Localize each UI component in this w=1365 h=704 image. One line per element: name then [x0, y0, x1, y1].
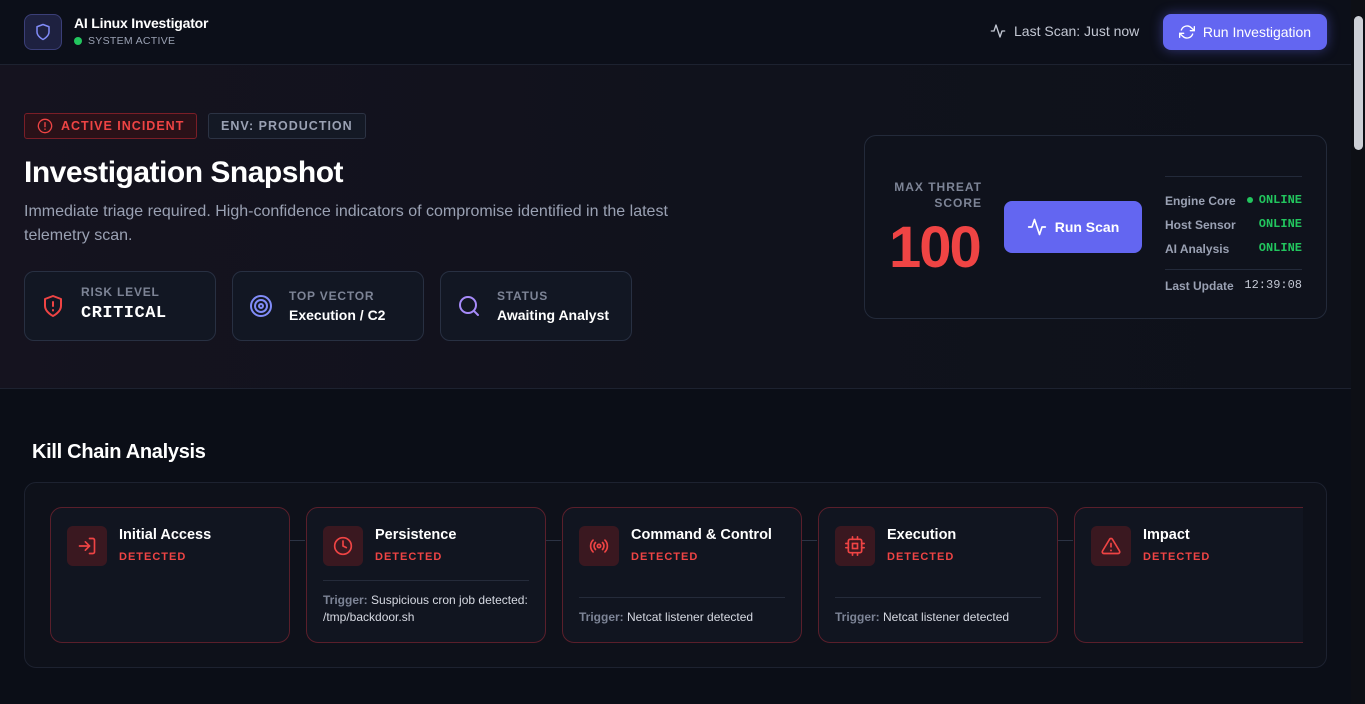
active-incident-label: ACTIVE INCIDENT [61, 119, 185, 133]
target-icon [250, 295, 272, 317]
stage-status: DETECTED [1143, 551, 1211, 563]
stage-name: Initial Access [119, 527, 212, 543]
stage-persistence[interactable]: Persistence DETECTED Trigger: Suspicious… [306, 507, 546, 643]
system-row: Engine Core ONLINE [1165, 177, 1302, 208]
trigger-text: Netcat listener detected [627, 610, 754, 624]
stage-status: DETECTED [119, 551, 187, 563]
metric-value: Execution / C2 [289, 307, 386, 323]
page-title: Investigation Snapshot [24, 156, 344, 189]
connector-line [289, 540, 305, 541]
cpu-icon [835, 526, 875, 566]
stage-command-control[interactable]: Command & Control DETECTED Trigger: Netc… [562, 507, 802, 643]
system-status-label: SYSTEM ACTIVE [88, 35, 176, 47]
divider [323, 580, 529, 581]
stage-name: Impact [1143, 527, 1190, 543]
divider [1165, 269, 1302, 270]
search-icon [459, 296, 479, 316]
divider [579, 597, 785, 598]
clock-icon [323, 526, 363, 566]
stage-name: Command & Control [631, 527, 772, 543]
kill-chain-track: Initial Access DETECTED Persistence DETE… [25, 483, 1303, 667]
metric-top-vector: TOP VECTOR Execution / C2 [232, 271, 424, 341]
run-scan-button[interactable]: Run Scan [1004, 201, 1142, 253]
refresh-icon [1178, 25, 1195, 39]
metric-label: RISK LEVEL [81, 285, 160, 299]
threat-score-value: 100 [889, 215, 982, 280]
stage-trigger: Trigger: Suspicious cron job detected: /… [323, 592, 529, 626]
kill-chain-panel: Initial Access DETECTED Persistence DETE… [24, 482, 1327, 668]
page-description: Immediate triage required. High-confiden… [24, 203, 668, 244]
scrollbar-thumb[interactable] [1354, 16, 1363, 150]
divider [835, 597, 1041, 598]
stage-status: DETECTED [631, 551, 699, 563]
metric-value: CRITICAL [81, 304, 167, 323]
status-dot-icon [74, 37, 82, 45]
stage-name: Persistence [375, 527, 457, 543]
warning-icon [1091, 526, 1131, 566]
metric-label: TOP VECTOR [289, 289, 375, 303]
system-row: Host Sensor ONLINE [1165, 201, 1302, 232]
system-row: AI Analysis ONLINE [1165, 225, 1302, 256]
threat-score-card: MAX THREAT SCORE 100 Run Scan Engine Cor… [864, 135, 1327, 319]
last-update-label: Last Update [1165, 279, 1234, 293]
shield-icon [36, 23, 50, 41]
last-scan-indicator: Last Scan: Just now [990, 23, 1139, 39]
run-scan-label: Run Scan [1054, 219, 1120, 235]
metric-value: Awaiting Analyst [497, 307, 610, 323]
system-name: AI Analysis [1165, 242, 1230, 256]
stage-initial-access[interactable]: Initial Access DETECTED [50, 507, 290, 643]
trigger-text: Netcat listener detected [883, 610, 1010, 624]
log-in-icon [67, 526, 107, 566]
app-logo [24, 14, 62, 50]
active-incident-badge: ACTIVE INCIDENT [24, 113, 198, 139]
trigger-label: Trigger: [579, 610, 624, 624]
kill-chain-title: Kill Chain Analysis [32, 441, 206, 463]
trigger-label: Trigger: [835, 610, 880, 624]
hero-section: ACTIVE INCIDENT ENV: PRODUCTION Investig… [0, 65, 1351, 389]
connector-line [1057, 540, 1073, 541]
system-status: SYSTEM ACTIVE [74, 35, 175, 47]
activity-icon [990, 24, 1006, 38]
app-title: AI Linux Investigator [74, 15, 209, 31]
stage-trigger: Trigger: Netcat listener detected [579, 609, 785, 626]
radio-icon [579, 526, 619, 566]
stage-impact[interactable]: Impact DETECTED [1074, 507, 1303, 643]
metric-status: STATUS Awaiting Analyst [440, 271, 632, 341]
run-investigation-button[interactable]: Run Investigation [1163, 14, 1327, 50]
environment-badge: ENV: PRODUCTION [208, 113, 366, 139]
metric-label: STATUS [497, 289, 549, 303]
last-update-value: 12:39:08 [1244, 278, 1302, 292]
stage-status: DETECTED [375, 551, 443, 563]
stage-execution[interactable]: Execution DETECTED Trigger: Netcat liste… [818, 507, 1058, 643]
system-state: ONLINE [1258, 241, 1302, 255]
connector-line [801, 540, 817, 541]
last-scan-label: Last Scan: Just now [1014, 23, 1140, 39]
stage-name: Execution [887, 527, 957, 543]
alert-circle-icon [37, 118, 53, 134]
shield-alert-icon [44, 295, 62, 317]
activity-icon [1027, 218, 1046, 236]
stage-status: DETECTED [887, 551, 955, 563]
threat-score-label: MAX THREAT SCORE [894, 180, 982, 210]
metric-risk-level: RISK LEVEL CRITICAL [24, 271, 216, 341]
run-investigation-label: Run Investigation [1202, 24, 1312, 40]
stage-trigger: Trigger: Netcat listener detected [835, 609, 1041, 626]
connector-line [545, 540, 561, 541]
top-header: AI Linux Investigator SYSTEM ACTIVE Last… [0, 0, 1351, 65]
trigger-label: Trigger: [323, 593, 368, 607]
system-health-list: Engine Core ONLINE Host Sensor ONLINE AI… [1165, 176, 1302, 256]
vertical-scrollbar[interactable] [1351, 0, 1365, 704]
